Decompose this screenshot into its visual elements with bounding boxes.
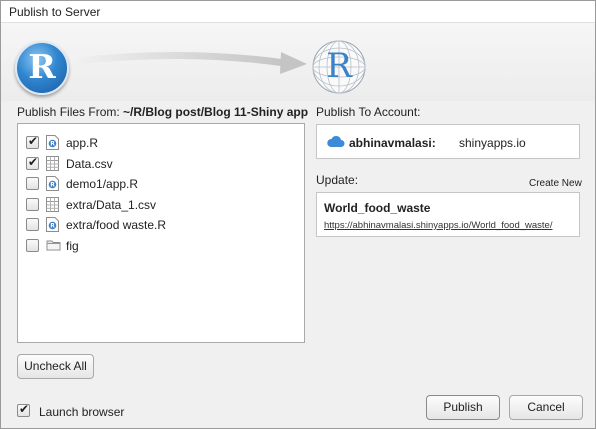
publish-button[interactable]: Publish	[426, 395, 500, 420]
publish-from-label: Publish Files From:	[17, 105, 120, 119]
file-checkbox[interactable]	[26, 197, 39, 211]
app-url-link[interactable]: https://abhinavmalasi.shinyapps.io/World…	[324, 220, 552, 231]
target-logo-letter: R	[326, 46, 352, 86]
account-selector[interactable]: abhinavmalasi: shinyapps.io	[316, 124, 580, 159]
r-logo-target-icon: R	[311, 39, 366, 94]
publish-dialog: Publish to Server R R Publish Files From…	[0, 0, 596, 429]
app-name: World_food_waste	[324, 201, 431, 215]
file-list: Rapp.R Data.csv Rdemo1/app.R extra/Data_1.c…	[17, 123, 305, 343]
file-checkbox[interactable]	[26, 155, 39, 170]
update-label: Update:	[316, 173, 359, 187]
file-name: fig	[66, 239, 79, 253]
file-name: extra/Data_1.csv	[66, 197, 157, 212]
r-file-icon: R	[46, 176, 59, 192]
file-name: Data.csv	[66, 156, 113, 171]
file-name: extra/food waste.R	[66, 218, 167, 233]
cloud-icon	[327, 135, 345, 147]
folder-icon	[46, 238, 61, 253]
svg-text:R: R	[50, 182, 55, 189]
csv-file-icon	[46, 196, 59, 212]
launch-browser-checkbox[interactable]	[17, 402, 30, 417]
file-name: demo1/app.R	[66, 177, 139, 192]
account-name: abhinavmalasi:	[349, 136, 436, 150]
svg-text:R: R	[50, 223, 55, 230]
title-bar: Publish to Server	[1, 1, 595, 23]
create-new-link[interactable]: Create New	[529, 178, 582, 189]
svg-text:R: R	[50, 141, 55, 148]
r-file-icon: R	[46, 217, 59, 233]
csv-file-icon	[46, 155, 59, 171]
publish-files-from-row: Publish Files From: ~/R/Blog post/Blog 1…	[17, 105, 308, 119]
source-logo-letter: R	[28, 47, 56, 86]
file-name: app.R	[66, 136, 99, 150]
r-file-icon: R	[46, 135, 59, 150]
file-checkbox[interactable]	[26, 218, 39, 232]
r-logo-source-icon: R	[15, 41, 69, 95]
uncheck-all-button[interactable]: Uncheck All	[17, 354, 94, 379]
account-server: shinyapps.io	[459, 136, 526, 150]
file-checkbox[interactable]	[26, 239, 39, 252]
publish-to-account-label: Publish To Account:	[316, 105, 421, 119]
window-title: Publish to Server	[9, 5, 101, 19]
file-checkbox[interactable]	[26, 134, 39, 149]
update-target[interactable]: World_food_waste https://abhinavmalasi.s…	[316, 192, 580, 237]
launch-browser-label: Launch browser	[39, 405, 125, 419]
file-checkbox[interactable]	[26, 177, 39, 191]
publish-from-path: ~/R/Blog post/Blog 11-Shiny app	[123, 105, 309, 119]
publish-arrow-icon	[76, 51, 307, 74]
cancel-button[interactable]: Cancel	[509, 395, 583, 420]
